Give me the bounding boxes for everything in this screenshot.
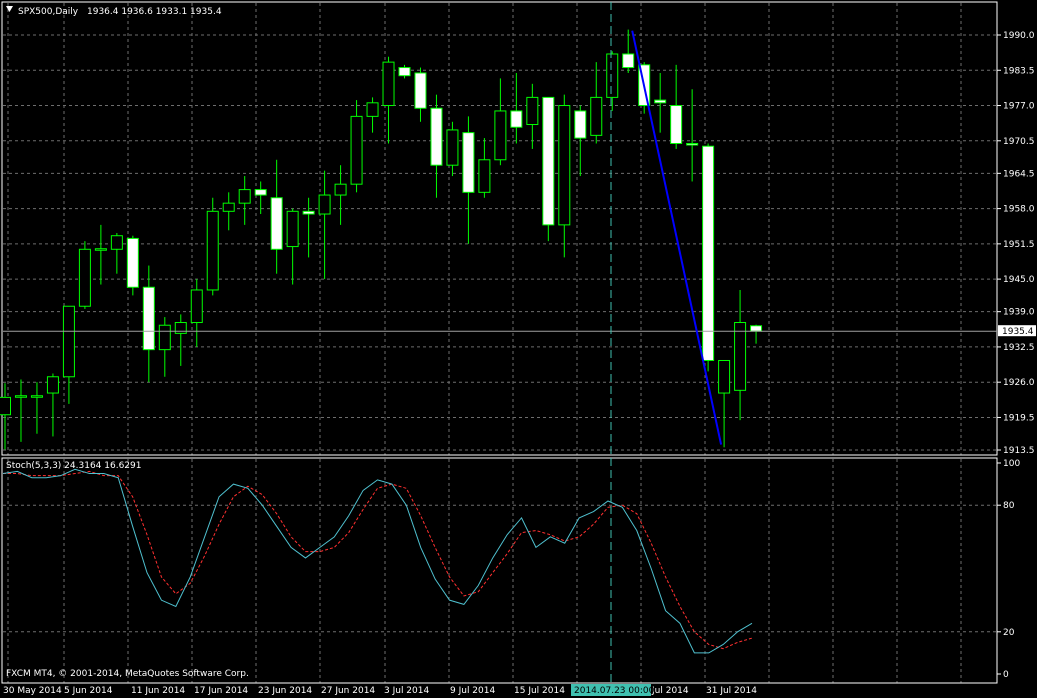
candle-body: [302, 210, 315, 215]
date-tick-label: 15 Jul 2014: [514, 686, 565, 696]
candle-body: [190, 289, 203, 324]
candle-body: [46, 376, 59, 394]
chart-canvas: 1990.0 1983.5 1977.0 1970.5 1964.5 1958.0 1951…: [0, 0, 1037, 698]
candle-body: [686, 142, 699, 146]
date-tick-label: 5 Jun 2014: [64, 686, 113, 696]
ohlc-values: 1936.4 1936.6 1933.1 1935.4: [87, 7, 222, 17]
candle-body: [622, 53, 635, 69]
candle-body: [174, 322, 187, 334]
candle-body: [446, 129, 459, 166]
candle-body: [30, 395, 43, 398]
candle-body: [142, 286, 155, 351]
candle-body: [0, 396, 11, 416]
date-tick-label: 23 Jun 2014: [258, 686, 312, 696]
candle-body: [510, 110, 523, 128]
price-tag-label: 1935.4: [1002, 327, 1034, 337]
price-tick-label: 1913.5: [1003, 446, 1035, 456]
candle-body: [270, 197, 283, 250]
stoch-tick-label: 20: [1003, 628, 1015, 638]
candle-body: [62, 305, 75, 378]
candle-body: [206, 210, 219, 291]
date-tick-label: 30 May 2014: [3, 686, 62, 696]
candle-body: [94, 248, 107, 251]
price-tick-label: 1970.5: [1003, 137, 1035, 147]
price-tick-label: 1990.0: [1003, 31, 1035, 41]
candle-body: [542, 96, 555, 226]
candle-body: [222, 202, 235, 212]
candle-body: [382, 61, 395, 107]
chart-header: SPX500,Daily 1936.4 1936.6 1933.1 1935.4: [18, 7, 222, 17]
price-tick-label: 1958.0: [1003, 205, 1035, 215]
candle-body: [478, 159, 491, 193]
candle-body: [254, 189, 267, 196]
candle-body: [430, 107, 443, 166]
date-tick-label: 31 Jul 2014: [706, 686, 757, 696]
price-tag: 1935.4: [998, 325, 1036, 337]
stoch-tick-label: 100: [1003, 459, 1020, 469]
stoch-tick-label: 0: [1003, 670, 1009, 680]
date-tick-label: 11 Jun 2014: [131, 686, 185, 696]
candle-body: [126, 237, 139, 288]
candle-body: [750, 325, 763, 332]
candle-body: [110, 235, 123, 250]
indicator-label: Stoch(5,3,3) 24.3164 16.6291: [6, 461, 141, 471]
candle-body: [526, 96, 539, 126]
candle-body: [366, 102, 379, 117]
price-tick-label: 1977.0: [1003, 102, 1035, 112]
candle-body: [558, 105, 571, 226]
price-tick-label: 1983.5: [1003, 66, 1035, 76]
candle-body: [654, 99, 667, 104]
crosshair-date-tag: 2014.07.23 00:00: [571, 684, 655, 696]
chart-background: [0, 0, 1037, 698]
candle-body: [238, 189, 251, 204]
candle-body: [462, 132, 475, 193]
candle-body: [718, 359, 731, 394]
candle-body: [78, 248, 91, 307]
candle-body: [286, 210, 299, 248]
candle-body: [158, 324, 171, 351]
date-tick-label: 9 Jul 2014: [450, 686, 495, 696]
candle-body: [414, 72, 427, 109]
candle-body: [398, 67, 411, 77]
price-tick-label: 1964.5: [1003, 169, 1035, 179]
candle-body: [350, 115, 363, 185]
date-tick-label: Jul 2014: [651, 686, 689, 696]
symbol-label: SPX500,Daily: [18, 7, 79, 17]
candle-body: [574, 110, 587, 139]
candle-body: [334, 183, 347, 196]
stoch-tick-label: 80: [1003, 501, 1015, 511]
price-tick-label: 1919.5: [1003, 413, 1035, 423]
date-tick-label: 17 Jun 2014: [194, 686, 248, 696]
candle-body: [702, 145, 715, 361]
price-tick-label: 1926.0: [1003, 378, 1035, 388]
candle-body: [494, 110, 507, 161]
candle-body: [318, 194, 331, 215]
candle-body: [14, 395, 27, 398]
price-tick-label: 1939.0: [1003, 308, 1035, 318]
date-tick-label: 27 Jun 2014: [321, 686, 375, 696]
copyright-label: FXCM MT4, © 2001-2014, MetaQuotes Softwa…: [6, 669, 249, 679]
candle-body: [670, 105, 683, 144]
crosshair-date-label: 2014.07.23 00:00: [574, 686, 655, 696]
date-tick-label: 3 Jul 2014: [384, 686, 429, 696]
candle-body: [606, 53, 619, 98]
candle-body: [734, 322, 747, 391]
price-tick-label: 1951.5: [1003, 240, 1035, 250]
price-tick-label: 1932.5: [1003, 343, 1035, 353]
candle-body: [590, 96, 603, 136]
price-tick-label: 1945.0: [1003, 275, 1035, 285]
